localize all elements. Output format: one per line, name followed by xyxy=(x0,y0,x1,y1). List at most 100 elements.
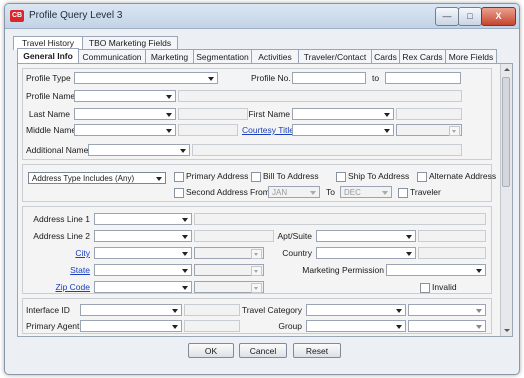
tab-segmentation[interactable]: Segmentation xyxy=(193,49,252,64)
chevron-down-icon xyxy=(396,325,402,329)
app-logo-icon: CB xyxy=(10,10,24,22)
first-name-label: First Name xyxy=(248,109,290,119)
additional-name-label: Additional Name xyxy=(26,145,89,155)
chevron-down-icon xyxy=(166,113,172,117)
first-name-input[interactable] xyxy=(396,108,462,120)
address-type-select[interactable]: Address Type Includes (Any) xyxy=(28,172,166,184)
profile-name-input[interactable] xyxy=(178,90,462,102)
state-select[interactable] xyxy=(94,264,192,276)
courtesy-title-select[interactable] xyxy=(292,124,394,136)
chevron-down-icon xyxy=(182,235,188,239)
group-select[interactable] xyxy=(306,320,406,332)
bill-to-address-label: Bill To Address xyxy=(263,171,319,181)
maximize-button[interactable]: □ xyxy=(458,7,482,26)
address-line-2-label: Address Line 2 xyxy=(33,231,90,241)
interface-id-select[interactable] xyxy=(80,304,182,316)
country-label: Country xyxy=(282,248,312,258)
state-link[interactable]: State xyxy=(26,264,90,276)
bill-to-address-checkbox[interactable] xyxy=(251,172,261,182)
reset-button[interactable]: Reset xyxy=(293,343,341,358)
apt-suite-label: Apt/Suite xyxy=(277,231,313,241)
chevron-down-icon xyxy=(251,283,262,293)
address-line-1-input[interactable] xyxy=(194,213,486,225)
last-name-label: Last Name xyxy=(28,109,70,119)
minimize-button[interactable]: — xyxy=(435,7,459,26)
from-month-select[interactable]: JAN xyxy=(268,186,320,198)
last-name-input[interactable] xyxy=(178,108,248,120)
city-link[interactable]: City xyxy=(26,247,90,259)
city-select[interactable] xyxy=(94,247,192,259)
to-month-select[interactable]: DEC xyxy=(340,186,392,198)
tab-rex-cards[interactable]: Rex Cards xyxy=(399,49,446,64)
chevron-down-icon xyxy=(172,309,178,313)
tab-general-info[interactable]: General Info xyxy=(17,48,79,64)
apt-suite-input[interactable] xyxy=(418,230,486,242)
address-line-1-select[interactable] xyxy=(94,213,192,225)
profile-name-select[interactable] xyxy=(74,90,176,102)
profile-no-label: Profile No. xyxy=(251,73,291,83)
chevron-down-icon xyxy=(396,309,402,313)
zip-code-value-select[interactable] xyxy=(194,281,264,293)
scroll-up-icon[interactable] xyxy=(504,68,510,71)
tab-marketing[interactable]: Marketing xyxy=(145,49,194,64)
city-value-select[interactable] xyxy=(194,247,264,259)
scroll-down-icon[interactable] xyxy=(504,329,510,332)
tab-communication[interactable]: Communication xyxy=(78,49,146,64)
profile-no-from-input[interactable] xyxy=(292,72,366,84)
chevron-down-icon xyxy=(406,235,412,239)
first-name-select[interactable] xyxy=(292,108,394,120)
tab-cards[interactable]: Cards xyxy=(371,49,400,64)
interface-id-input[interactable] xyxy=(184,304,240,316)
ok-button[interactable]: OK xyxy=(188,343,234,358)
chevron-down-icon xyxy=(310,191,316,195)
chevron-down-icon xyxy=(182,286,188,290)
last-name-select[interactable] xyxy=(74,108,176,120)
interface-id-label: Interface ID xyxy=(26,305,70,315)
profile-name-label: Profile Name xyxy=(26,91,76,101)
vertical-scrollbar[interactable] xyxy=(500,64,512,336)
chevron-down-icon xyxy=(208,77,214,81)
address-line-2-select[interactable] xyxy=(94,230,192,242)
traveler-checkbox[interactable] xyxy=(398,188,408,198)
invalid-checkbox[interactable] xyxy=(420,283,430,293)
close-button[interactable]: X xyxy=(481,7,516,26)
ship-to-address-checkbox[interactable] xyxy=(336,172,346,182)
scrollbar-thumb[interactable] xyxy=(502,77,510,187)
profile-type-label: Profile Type xyxy=(26,73,71,83)
courtesy-title-value-select[interactable] xyxy=(396,124,462,136)
primary-address-checkbox[interactable] xyxy=(174,172,184,182)
traveler-label: Traveler xyxy=(410,187,441,197)
second-address-checkbox[interactable] xyxy=(174,188,184,198)
additional-name-select[interactable] xyxy=(88,144,190,156)
travel-category-value-select[interactable] xyxy=(408,304,486,316)
middle-name-select[interactable] xyxy=(74,124,176,136)
tab-activities[interactable]: Activities xyxy=(251,49,299,64)
courtesy-title-link[interactable]: Courtesy Title xyxy=(242,124,294,136)
window-title: Profile Query Level 3 xyxy=(29,10,123,21)
tab-traveler-contact[interactable]: Traveler/Contact xyxy=(298,49,372,64)
country-select[interactable] xyxy=(316,247,416,259)
country-input[interactable] xyxy=(418,247,486,259)
marketing-permission-select[interactable] xyxy=(386,264,486,276)
additional-name-input[interactable] xyxy=(192,144,462,156)
primary-agent-input[interactable] xyxy=(184,320,240,332)
profile-type-select[interactable] xyxy=(74,72,218,84)
apt-suite-select[interactable] xyxy=(316,230,416,242)
zip-code-select[interactable] xyxy=(94,281,192,293)
chevron-down-icon xyxy=(180,149,186,153)
group-value-select[interactable] xyxy=(408,320,486,332)
chevron-down-icon xyxy=(476,325,482,329)
primary-agent-select[interactable] xyxy=(80,320,182,332)
tab-tbo-marketing-fields[interactable]: TBO Marketing Fields xyxy=(82,36,178,49)
chevron-down-icon xyxy=(449,126,460,136)
primary-address-label: Primary Address xyxy=(186,171,249,181)
alternate-address-checkbox[interactable] xyxy=(417,172,427,182)
tab-more-fields[interactable]: More Fields xyxy=(445,49,497,64)
zip-code-link[interactable]: Zip Code xyxy=(26,281,91,293)
cancel-button[interactable]: Cancel xyxy=(239,343,287,358)
travel-category-select[interactable] xyxy=(306,304,406,316)
state-value-select[interactable] xyxy=(194,264,264,276)
profile-no-to-input[interactable] xyxy=(385,72,461,84)
chevron-down-icon xyxy=(406,252,412,256)
middle-name-input[interactable] xyxy=(178,124,238,136)
